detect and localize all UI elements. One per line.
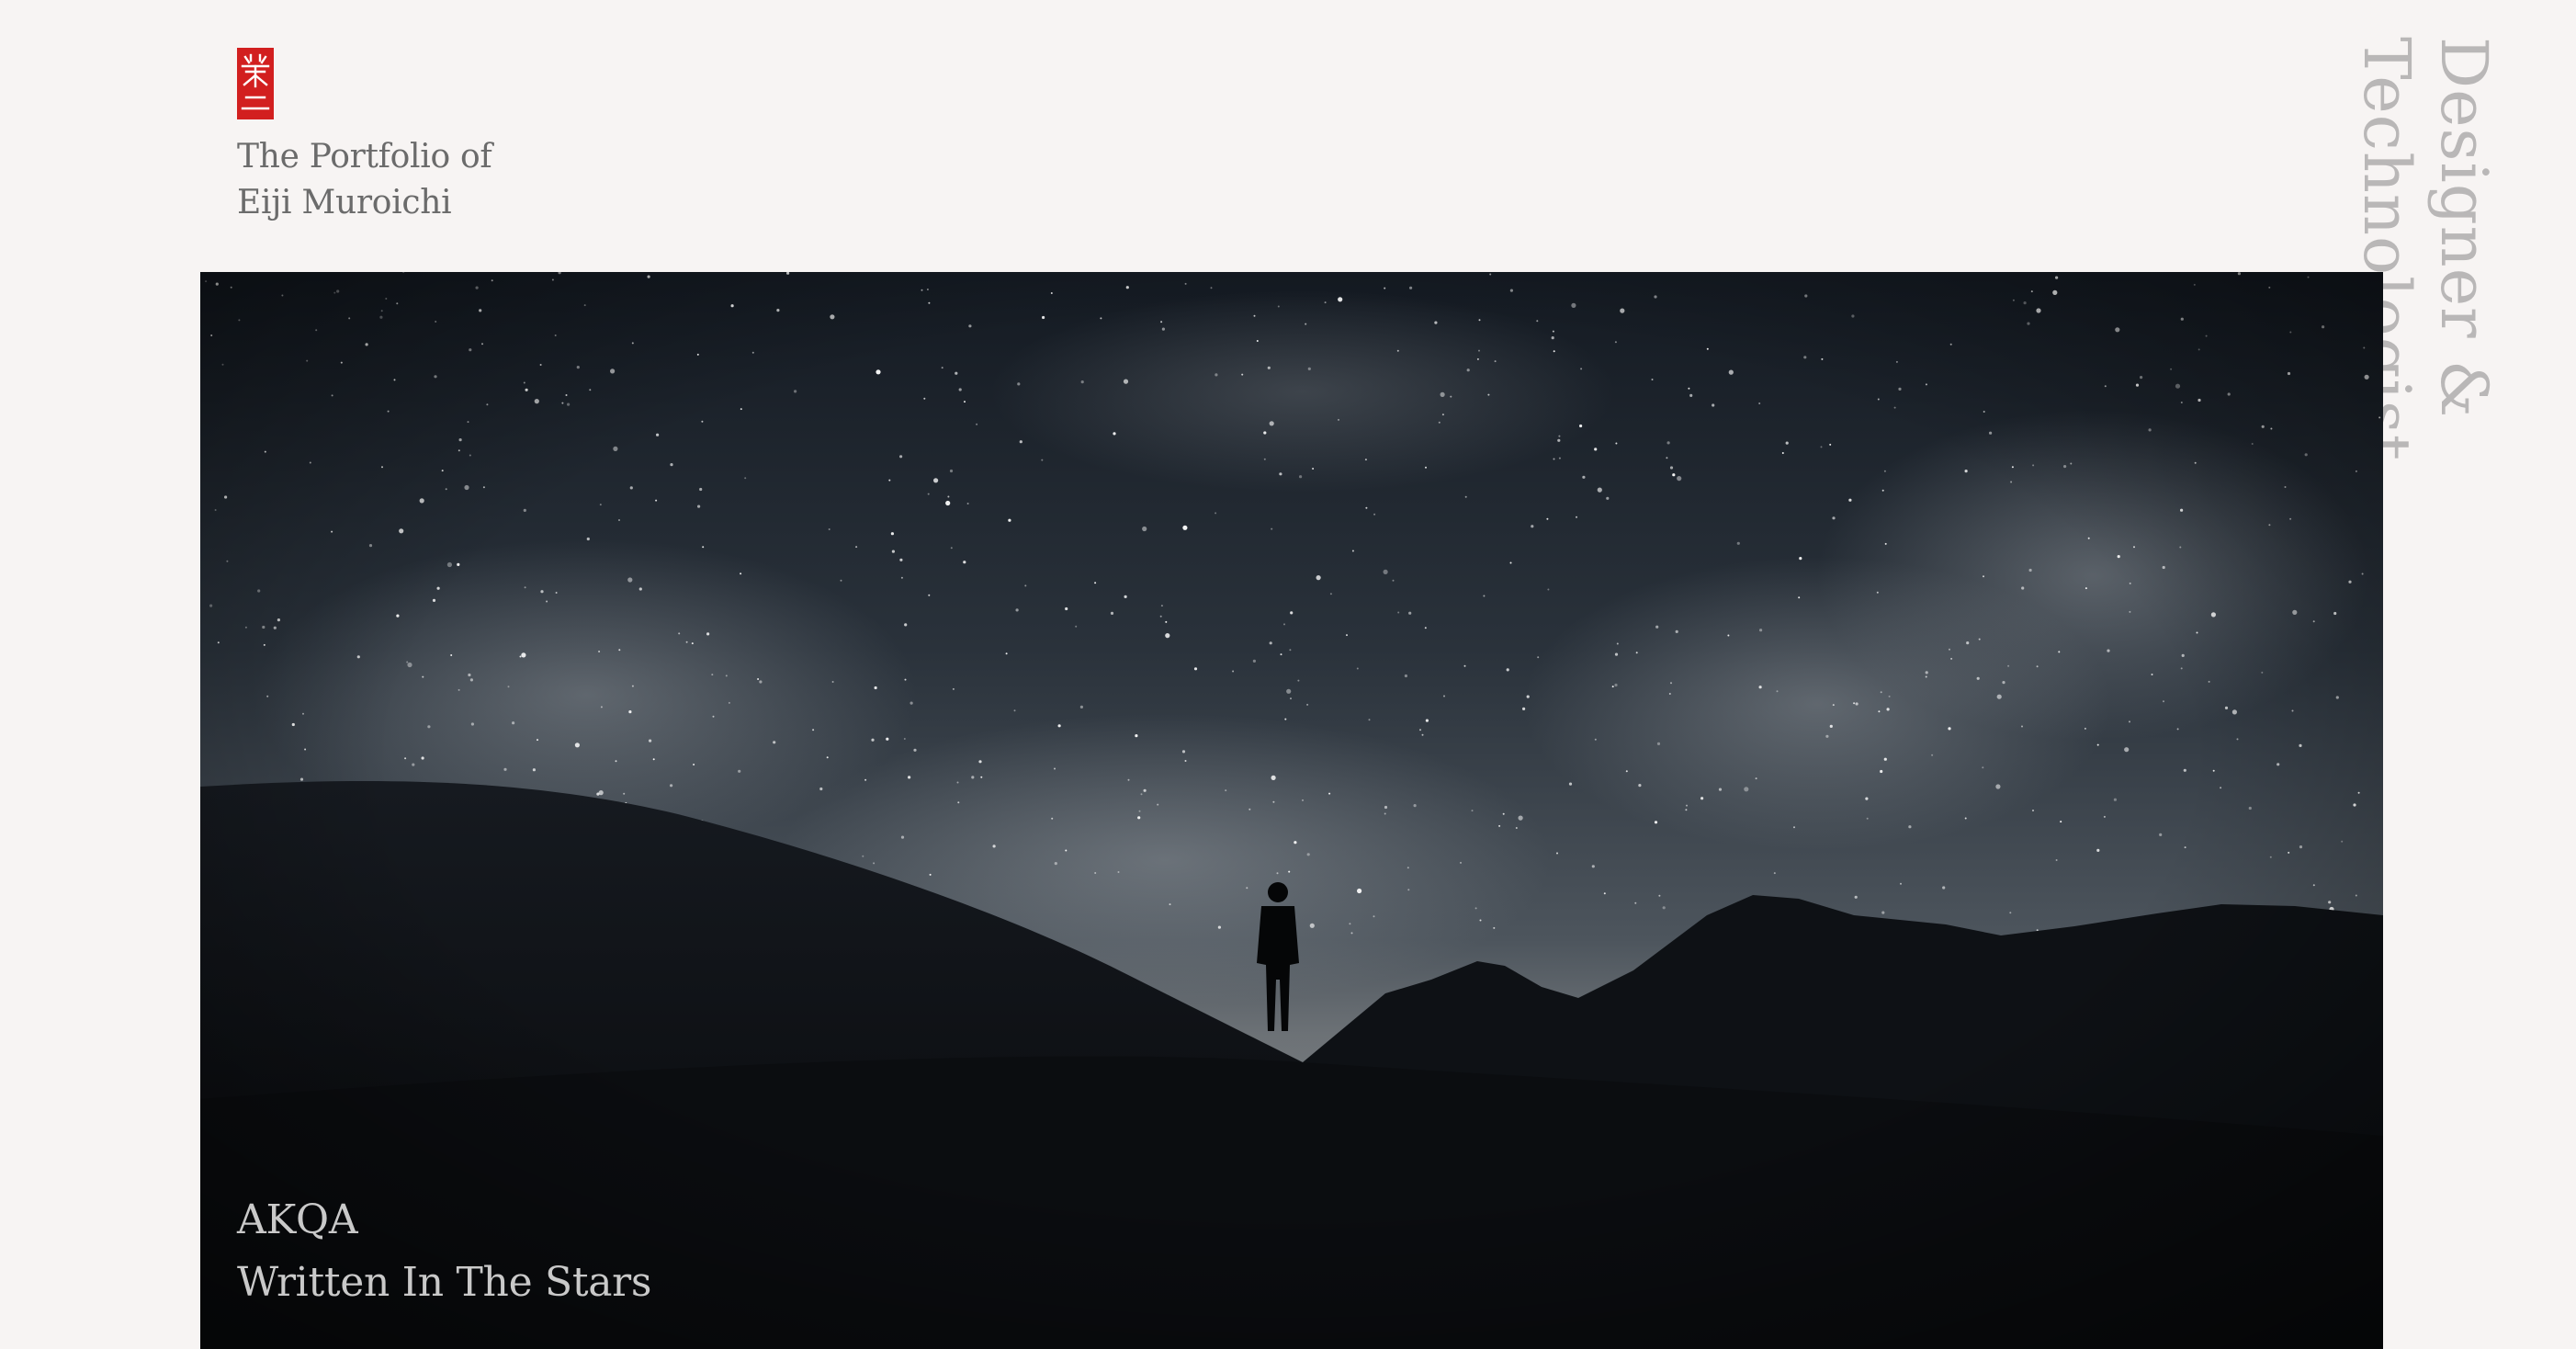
hero-night-sky-image [200, 272, 2383, 1349]
logo-seal-link[interactable] [237, 48, 274, 119]
project-caption: AKQA Written In The Stars [237, 1189, 651, 1314]
project-client: AKQA [237, 1196, 358, 1243]
project-title: Written In The Stars [237, 1259, 652, 1306]
featured-project-card[interactable]: AKQA Written In The Stars [200, 272, 2383, 1349]
portfolio-title: The Portfolio of Eiji Muroichi [237, 134, 492, 226]
portfolio-owner-name: Eiji Muroichi [237, 184, 452, 221]
portfolio-title-line1: The Portfolio of [237, 138, 492, 176]
red-seal-icon [237, 48, 274, 119]
tagline-line1: Designer & [2426, 37, 2502, 419]
